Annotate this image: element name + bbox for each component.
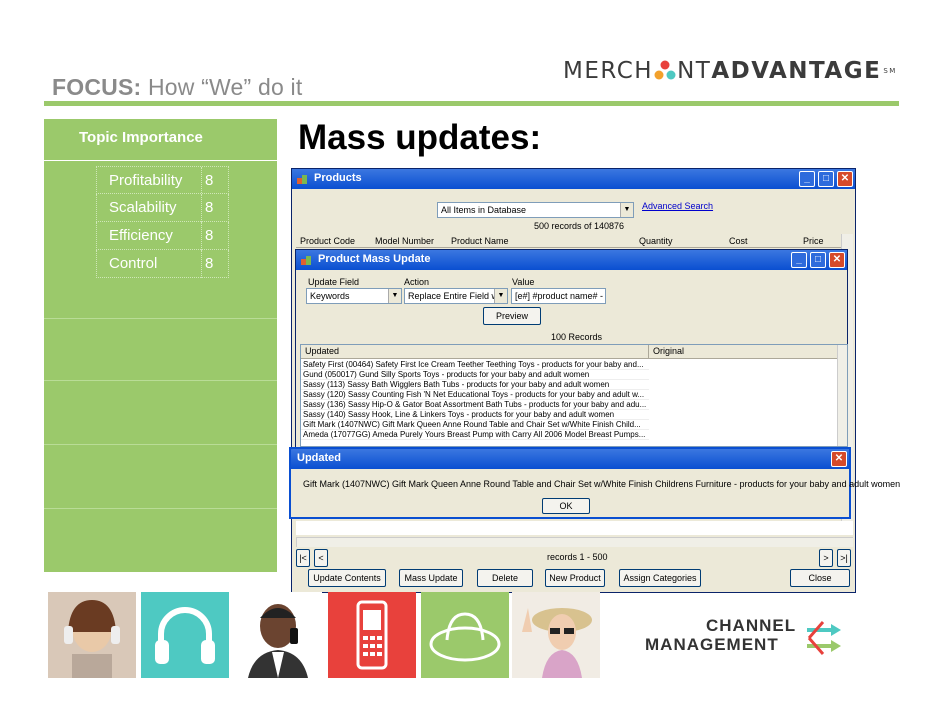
close-icon[interactable]: ✕ — [837, 171, 853, 187]
action-label: Action — [404, 277, 430, 287]
col-product-name[interactable]: Product Name — [451, 236, 509, 246]
updated-dialog: Updated ✕ Gift Mark (1407NWC) Gift Mark … — [289, 447, 900, 519]
headphones-icon — [141, 592, 229, 678]
updates-grid: Updated Original Safety First (00464) Sa… — [300, 344, 848, 447]
col-original[interactable]: Original — [649, 345, 837, 359]
ok-button[interactable]: OK — [542, 498, 590, 514]
value-input[interactable]: [e#] #product name# - pro — [511, 288, 606, 304]
updates-scrollbar[interactable] — [837, 345, 847, 446]
mass-update-button[interactable]: Mass Update — [399, 569, 463, 587]
col-price[interactable]: Price — [803, 236, 824, 246]
minimize-icon[interactable]: _ — [799, 171, 815, 187]
col-model-number[interactable]: Model Number — [375, 236, 434, 246]
header-rule — [44, 101, 899, 106]
col-product-code[interactable]: Product Code — [300, 236, 355, 246]
table-row[interactable]: Sassy (140) Sassy Hook, Line & Linkers T… — [301, 410, 649, 420]
woman-headphones-photo — [48, 592, 136, 678]
slide-title: FOCUS: How “We” do it — [52, 74, 303, 100]
table-row[interactable]: Gund (050017) Gund Silly Sports Toys - p… — [301, 370, 649, 380]
app-icon — [301, 256, 311, 265]
app-icon — [297, 175, 307, 184]
minimize-icon[interactable]: _ — [791, 252, 807, 268]
importance-row: Control 8 — [96, 250, 229, 278]
value-label: Value — [512, 277, 535, 287]
records-range: records 1 - 500 — [547, 552, 608, 562]
action-select[interactable]: Replace Entire Field with ▼ — [404, 288, 508, 304]
importance-row: Profitability 8 — [96, 166, 229, 195]
panel-divider — [44, 508, 277, 509]
panel-divider — [44, 380, 277, 381]
table-row[interactable]: Safety First (00464) Safety First Ice Cr… — [301, 360, 649, 370]
table-row[interactable]: Sassy (136) Sassy Hip-O & Gator Boat Ass… — [301, 400, 649, 410]
table-row[interactable]: Sassy (120) Sassy Counting Fish 'N Net E… — [301, 390, 649, 400]
girl-sunglasses-photo — [512, 592, 600, 678]
filter-select[interactable]: All Items in Database ▼ — [437, 202, 634, 218]
logo-dots-icon — [654, 60, 676, 80]
preview-button[interactable]: Preview — [483, 307, 541, 325]
update-contents-button[interactable]: Update Contents — [308, 569, 386, 587]
dialog-titlebar: Updated ✕ — [291, 449, 849, 469]
chevron-down-icon: ▼ — [388, 289, 401, 303]
next-page-button[interactable]: > — [819, 549, 833, 567]
man-phone-photo — [234, 592, 322, 678]
panel-heading: Topic Importance — [44, 119, 277, 161]
update-field-label: Update Field — [308, 277, 360, 287]
products-titlebar: Products _ □ ✕ — [292, 169, 855, 189]
products-rows — [296, 521, 853, 535]
mass-update-titlebar: Product Mass Update _ □ ✕ — [296, 250, 847, 270]
close-icon[interactable]: ✕ — [831, 451, 847, 467]
channel-management-logo: CHANNEL MANAGEMENT — [645, 616, 845, 658]
col-quantity[interactable]: Quantity — [639, 236, 673, 246]
assign-categories-button[interactable]: Assign Categories — [619, 569, 701, 587]
panel-divider — [44, 318, 277, 319]
records-label: 100 Records — [551, 332, 603, 342]
panel-divider — [44, 444, 277, 445]
col-updated[interactable]: Updated — [301, 345, 649, 359]
dialog-message: Gift Mark (1407NWC) Gift Mark Queen Anne… — [303, 479, 901, 489]
last-page-button[interactable]: >| — [837, 549, 851, 567]
sun-hat-icon — [421, 592, 509, 678]
importance-row: Scalability 8 — [96, 194, 229, 222]
first-page-button[interactable]: |< — [296, 549, 310, 567]
merchant-advantage-logo: MERCH NT ADVANTAGE SM — [563, 58, 897, 84]
horizontal-scrollbar[interactable] — [296, 537, 853, 547]
mass-update-window: Product Mass Update _ □ ✕ Update Field A… — [295, 249, 848, 449]
chevron-down-icon: ▼ — [494, 289, 507, 303]
table-row[interactable]: Ameda (17077GG) Ameda Purely Yours Breas… — [301, 430, 649, 440]
close-button[interactable]: Close — [790, 569, 850, 587]
table-row[interactable]: Sassy (113) Sassy Bath Wigglers Bath Tub… — [301, 380, 649, 390]
records-count: 500 records of 140876 — [534, 221, 625, 231]
importance-row: Efficiency 8 — [96, 222, 229, 250]
prev-page-button[interactable]: < — [314, 549, 328, 567]
table-row[interactable]: Gift Mark (1407NWC) Gift Mark Queen Anne… — [301, 420, 649, 430]
delete-button[interactable]: Delete — [477, 569, 533, 587]
mobile-phone-icon — [328, 592, 416, 678]
slide-heading: Mass updates: — [298, 118, 542, 157]
maximize-icon[interactable]: □ — [818, 171, 834, 187]
maximize-icon[interactable]: □ — [810, 252, 826, 268]
update-field-select[interactable]: Keywords ▼ — [306, 288, 402, 304]
arrows-icon — [807, 621, 841, 655]
col-cost[interactable]: Cost — [729, 236, 748, 246]
close-icon[interactable]: ✕ — [829, 252, 845, 268]
advanced-search-link[interactable]: Advanced Search — [642, 201, 713, 211]
chevron-down-icon: ▼ — [620, 203, 633, 217]
new-product-button[interactable]: New Product — [545, 569, 605, 587]
